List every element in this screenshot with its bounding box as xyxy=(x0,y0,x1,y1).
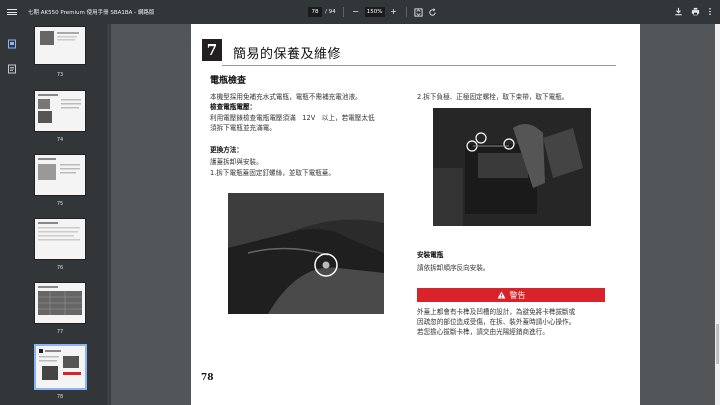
body-text: 須拆下電瓶並充滿電。 xyxy=(210,124,276,132)
section-heading: 電瓶檢查 xyxy=(210,76,247,86)
download-icon[interactable] xyxy=(674,7,683,18)
document-scrollbar[interactable] xyxy=(715,24,720,405)
chapter-title: 簡易的保養及維修 xyxy=(233,47,342,62)
thumbnail-label: 78 xyxy=(56,394,64,400)
warning-icon xyxy=(497,291,505,299)
thumbnail-label: 73 xyxy=(56,72,64,78)
body-text: 本機型採用免補充水式電瓶，電瓶不需補充電池液。 xyxy=(210,93,362,101)
header-rule xyxy=(222,65,616,66)
divider xyxy=(342,7,344,17)
page-number: 78 xyxy=(201,373,214,383)
body-text: 2.拆下負極、正極固定螺栓，取下束帶，取下電瓶。 xyxy=(417,93,569,101)
warning-text: 外蓋上都會有卡榫及凹槽的設計，為避免將卡榫拔斷或 xyxy=(417,308,576,316)
menu-icon[interactable] xyxy=(7,9,17,15)
page-number-input[interactable]: 78 xyxy=(308,7,322,17)
thumbnail-scrollbar[interactable] xyxy=(107,24,111,405)
zoom-input[interactable]: 150% xyxy=(364,7,385,17)
more-options-icon[interactable] xyxy=(708,7,712,18)
zoom-out-button[interactable]: − xyxy=(351,7,361,17)
sidebar-rail xyxy=(0,24,24,405)
warning-banner: 警告 xyxy=(417,288,605,302)
thumbnail-label: 75 xyxy=(56,201,64,207)
warning-text: 因疏忽的部位造成受傷，在拆、裝外蓋時請小心操作。 xyxy=(417,318,576,326)
battery-removal-photo xyxy=(433,108,591,226)
scrollbar-thumb[interactable] xyxy=(716,324,719,364)
sub-heading: 安裝電瓶 xyxy=(417,251,444,259)
thumbnail-page-77[interactable] xyxy=(34,282,86,324)
sub-heading: 檢查電瓶電壓： xyxy=(210,103,257,111)
thumbnail-pane: 73 74 75 76 77 78 xyxy=(24,24,107,405)
battery-cover-photo xyxy=(228,193,384,314)
thumbnail-page-74[interactable] xyxy=(34,90,86,132)
rotate-icon[interactable] xyxy=(428,7,438,17)
thumbnail-label: 76 xyxy=(56,265,64,271)
thumbnail-page-73[interactable] xyxy=(34,26,86,65)
document-page: 7 簡易的保養及維修 電瓶檢查 本機型採用免補充水式電瓶，電瓶不需補充電池液。 … xyxy=(191,24,640,405)
thumbnail-label: 74 xyxy=(56,137,64,143)
thumbnails-view-icon[interactable] xyxy=(7,34,17,49)
thumbnail-page-78[interactable] xyxy=(34,344,87,390)
divider xyxy=(405,7,407,17)
outline-view-icon[interactable] xyxy=(7,59,17,74)
page-total: / 94 xyxy=(325,9,336,15)
zoom-in-button[interactable]: + xyxy=(389,7,399,17)
thumbnail-label: 77 xyxy=(56,329,64,335)
fit-page-icon[interactable] xyxy=(414,7,424,17)
warning-label: 警告 xyxy=(509,290,526,300)
body-text: 請依拆卸順序反向安裝。 xyxy=(417,264,490,272)
print-icon[interactable] xyxy=(691,7,700,18)
page-controls: 78 / 94 − 150% + xyxy=(308,6,442,18)
document-title: 七期 AK550 Premium 使用手冊 SBA1BA - 網路版 xyxy=(28,10,155,16)
sub-heading: 更換方法： xyxy=(210,146,243,154)
warning-text: 若您擔心拔斷卡榫，請交由光陽經銷商進行。 xyxy=(417,328,549,336)
thumbnail-page-76[interactable] xyxy=(34,218,86,260)
body-text: 護蓋拆卸與安裝。 xyxy=(210,158,263,166)
thumbnail-page-75[interactable] xyxy=(34,154,86,196)
body-text: 利用電壓錶檢查電瓶電壓須滿 12V 以上，若電壓太低 xyxy=(210,114,375,122)
body-text: 1.拆下電瓶蓋固定釘螺絲，並取下電瓶蓋。 xyxy=(210,169,335,177)
viewer-toolbar: 七期 AK550 Premium 使用手冊 SBA1BA - 網路版 78 / … xyxy=(0,0,720,24)
chapter-number: 7 xyxy=(202,39,222,61)
toolbar-actions xyxy=(674,7,712,18)
